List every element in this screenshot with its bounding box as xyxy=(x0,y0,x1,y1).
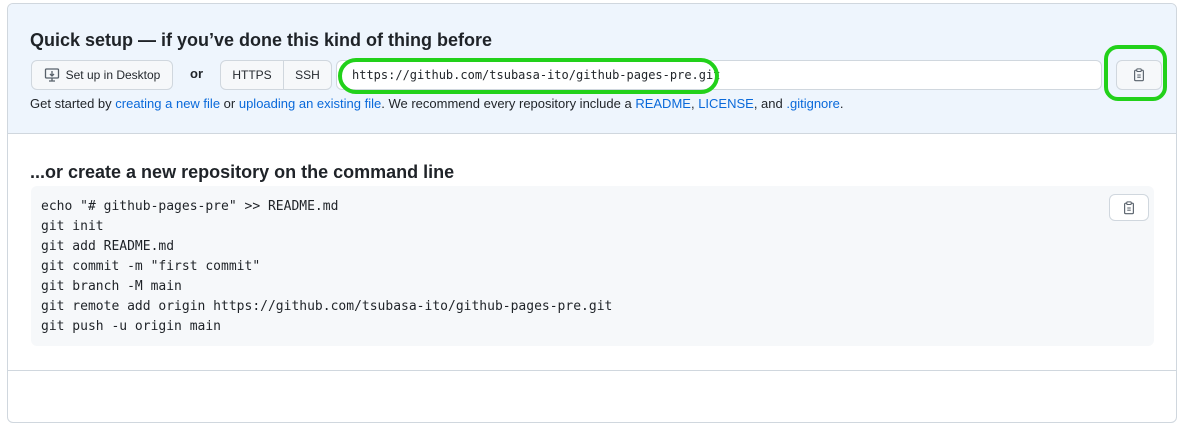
license-link[interactable]: LICENSE xyxy=(698,96,754,111)
get-started-text-1: Get started by xyxy=(30,96,116,111)
copy-commands-button[interactable] xyxy=(1109,194,1149,221)
command-code-block: echo "# github-pages-pre" >> README.md g… xyxy=(31,186,1154,346)
desktop-download-icon xyxy=(44,68,59,82)
get-started-text-6: . xyxy=(839,96,844,111)
get-started-text: Get started by creating a new file or up… xyxy=(30,96,843,111)
quick-setup-title: Quick setup — if you’ve done this kind o… xyxy=(30,30,493,50)
code-line: git add README.md xyxy=(41,239,175,254)
code-line: git commit -m "first commit" xyxy=(41,259,261,274)
clipboard-icon xyxy=(1124,200,1134,214)
protocol-toggle: HTTPS SSH xyxy=(220,60,332,90)
clone-url-input[interactable]: https://github.com/tsubasa-ito/github-pa… xyxy=(336,60,1102,90)
code-line: git branch -M main xyxy=(41,279,182,294)
clone-url-text: https://github.com/tsubasa-ito/github-pa… xyxy=(352,68,721,82)
code-line: git remote add origin https://github.com… xyxy=(41,299,613,314)
repo-setup-panel: Quick setup — if you’ve done this kind o… xyxy=(7,3,1177,423)
get-started-text-2: or xyxy=(220,96,239,111)
readme-link[interactable]: README xyxy=(635,96,691,111)
section-divider xyxy=(8,370,1176,371)
quick-setup-section: Quick setup — if you’ve done this kind o… xyxy=(8,4,1176,134)
command-line-title: ...or create a new repository on the com… xyxy=(30,162,455,182)
clipboard-icon xyxy=(1134,68,1144,82)
setup-desktop-button[interactable]: Set up in Desktop xyxy=(31,60,173,90)
code-line: git push -u origin main xyxy=(41,319,222,334)
copy-url-button[interactable] xyxy=(1116,60,1162,90)
upload-file-link[interactable]: uploading an existing file xyxy=(239,96,381,111)
gitignore-link[interactable]: .gitignore xyxy=(786,96,839,111)
setup-desktop-label: Set up in Desktop xyxy=(65,68,161,82)
get-started-text-5: , and xyxy=(753,96,787,111)
or-separator: or xyxy=(190,66,203,81)
ssh-button[interactable]: SSH xyxy=(284,61,331,89)
code-line: echo "# github-pages-pre" >> README.md xyxy=(41,199,339,214)
https-button[interactable]: HTTPS xyxy=(221,61,284,89)
create-file-link[interactable]: creating a new file xyxy=(115,96,220,111)
get-started-text-3: . We recommend every repository include … xyxy=(381,96,636,111)
code-line: git init xyxy=(41,219,104,234)
